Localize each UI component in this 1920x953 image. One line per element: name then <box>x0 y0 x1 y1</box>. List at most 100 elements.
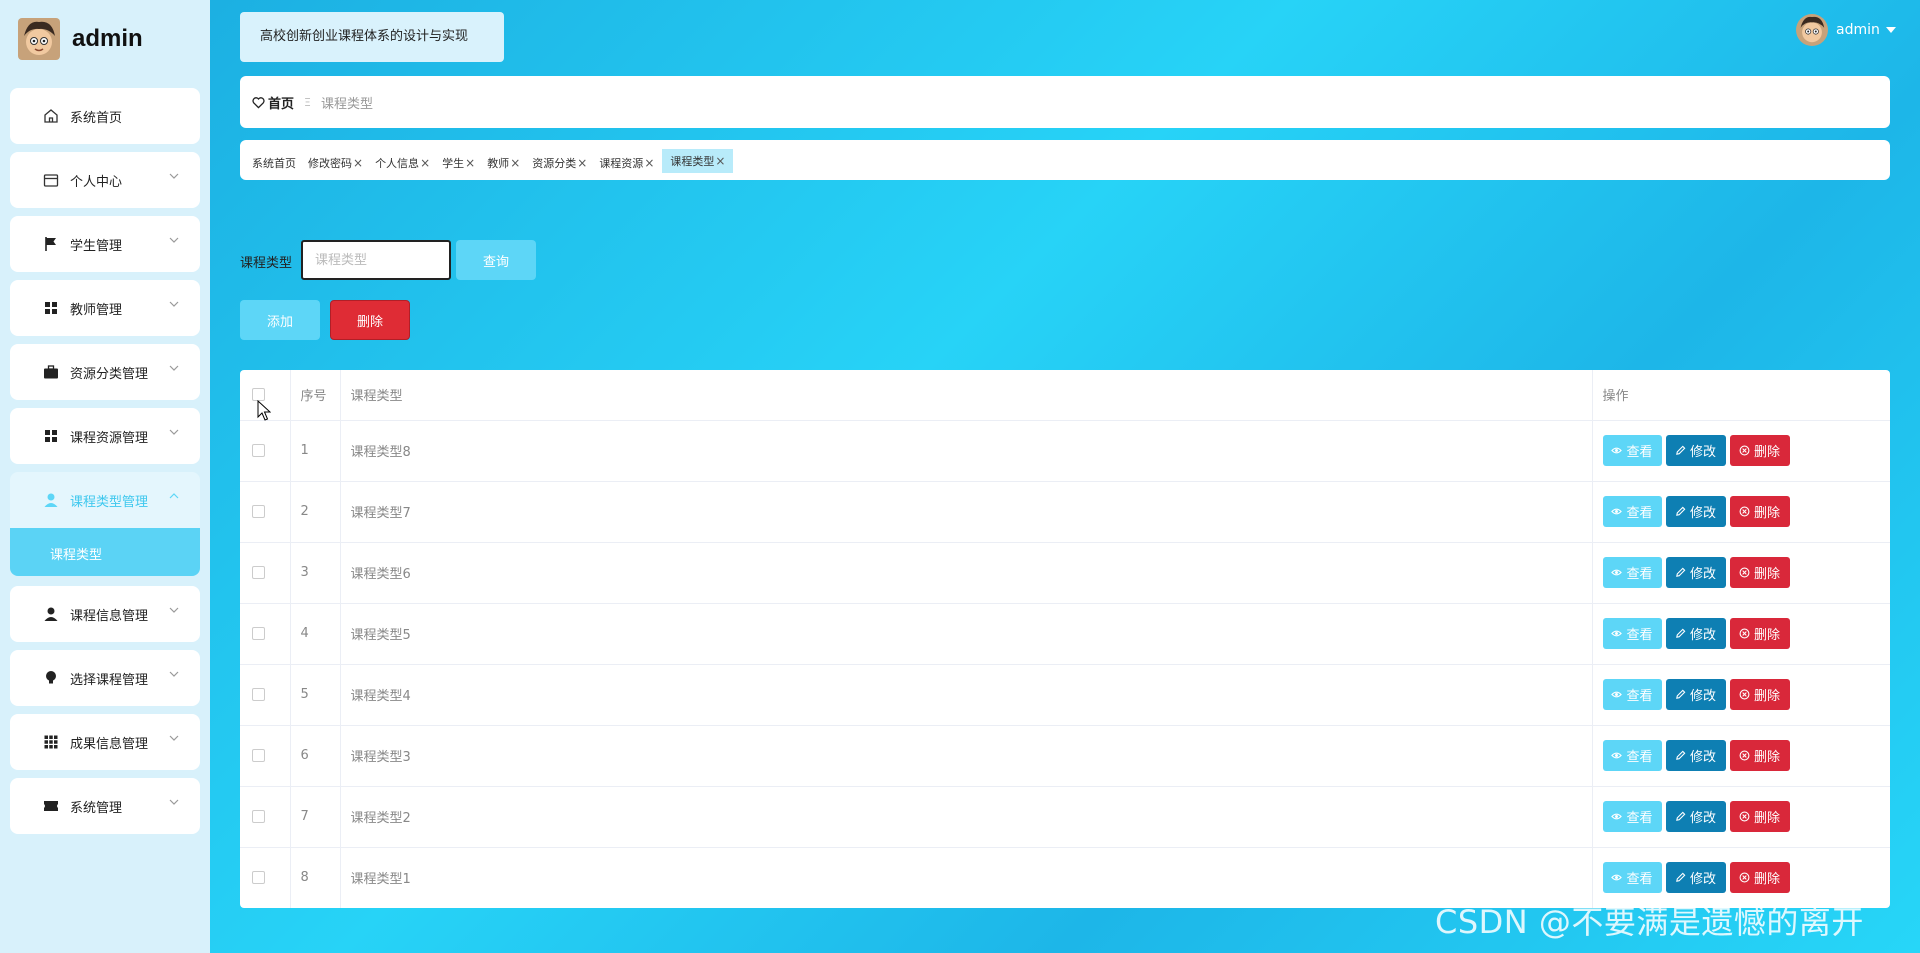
row-index: 1 <box>290 420 341 482</box>
delete-button[interactable]: 删除 <box>1729 862 1790 893</box>
row-index: 7 <box>290 786 341 848</box>
edit-button[interactable]: 修改 <box>1665 740 1726 771</box>
chevron-down-icon <box>169 429 179 435</box>
sidebar-item-personal[interactable]: 个人中心 <box>10 152 200 208</box>
close-icon[interactable]: × <box>715 154 725 168</box>
row-type: 课程类型2 <box>340 786 1593 848</box>
sidebar-item-students[interactable]: 学生管理 <box>10 216 200 272</box>
row-checkbox[interactable] <box>252 749 265 762</box>
edit-label: 修改 <box>1689 567 1716 582</box>
delete-button[interactable]: 删除 <box>1729 435 1790 466</box>
sidebar-item-system[interactable]: 系统管理 <box>10 778 200 834</box>
close-icon[interactable]: × <box>353 156 363 170</box>
close-circle-icon <box>1739 445 1750 456</box>
tag-home[interactable]: 系统首页 <box>252 153 296 173</box>
delete-button[interactable]: 删除 <box>1729 557 1790 588</box>
sidebar-item-resource-category[interactable]: 资源分类管理 <box>10 344 200 400</box>
tag-change-password[interactable]: 修改密码 × <box>308 153 363 173</box>
view-button[interactable]: 查看 <box>1602 679 1662 710</box>
tag-resource-category[interactable]: 资源分类 × <box>532 153 587 173</box>
close-icon[interactable]: × <box>510 156 520 170</box>
sidebar-item-achievements[interactable]: 成果信息管理 <box>10 714 200 770</box>
close-icon[interactable]: × <box>465 156 475 170</box>
delete-button[interactable]: 删除 <box>1729 679 1790 710</box>
view-button[interactable]: 查看 <box>1602 618 1662 649</box>
delete-button[interactable]: 删除 <box>1729 496 1790 527</box>
eye-icon <box>1611 508 1623 515</box>
tab-bar: 系统首页 修改密码 × 个人信息 × 学生 × 教师 × 资源分类 × 课程资源 × 课程类… <box>240 140 1890 180</box>
row-checkbox[interactable] <box>252 627 265 640</box>
batch-delete-button[interactable]: 删除 <box>330 300 410 340</box>
sidebar-item-label: 教师管理 <box>70 303 123 318</box>
row-type: 课程类型7 <box>340 481 1593 543</box>
sidebar-item-label: 系统管理 <box>70 801 123 816</box>
user-menu[interactable]: admin <box>1796 14 1896 46</box>
sidebar-item-course-resource[interactable]: 课程资源管理 <box>10 408 200 464</box>
sidebar-item-course-type[interactable]: 课程类型管理 <box>10 472 200 528</box>
close-icon[interactable]: × <box>644 156 654 170</box>
sidebar-item-course-info[interactable]: 课程信息管理 <box>10 586 200 642</box>
breadcrumb-home[interactable]: 首页 <box>252 93 294 112</box>
sidebar-item-label: 课程类型管理 <box>70 495 149 510</box>
edit-label: 修改 <box>1689 872 1716 887</box>
delete-button[interactable]: 删除 <box>1729 618 1790 649</box>
tag-course-type[interactable]: 课程类型 × <box>662 149 734 173</box>
row-checkbox[interactable] <box>252 688 265 701</box>
view-label: 查看 <box>1626 567 1653 582</box>
grid-icon <box>45 302 57 314</box>
delete-label: 删除 <box>1753 750 1780 765</box>
row-actions: 查看 修改 删除 <box>1602 862 1891 893</box>
delete-button[interactable]: 删除 <box>1729 801 1790 832</box>
search-input[interactable] <box>301 240 451 280</box>
edit-button[interactable]: 修改 <box>1665 496 1726 527</box>
tag-teachers[interactable]: 教师 × <box>487 153 520 173</box>
delete-label: 删除 <box>1753 811 1780 826</box>
view-button[interactable]: 查看 <box>1602 435 1662 466</box>
view-button[interactable]: 查看 <box>1602 496 1662 527</box>
delete-label: 删除 <box>1753 506 1780 521</box>
row-actions: 查看 修改 删除 <box>1602 679 1891 710</box>
view-button[interactable]: 查看 <box>1602 862 1662 893</box>
row-checkbox[interactable] <box>252 505 265 518</box>
edit-button[interactable]: 修改 <box>1665 679 1726 710</box>
sidebar-item-course-selection[interactable]: 选择课程管理 <box>10 650 200 706</box>
sidebar-item-home[interactable]: 系统首页 <box>10 88 200 144</box>
edit-button[interactable]: 修改 <box>1665 557 1726 588</box>
row-checkbox[interactable] <box>252 871 265 884</box>
table-row: 2 课程类型7 查看 修改 删除 <box>240 481 1890 543</box>
view-button[interactable]: 查看 <box>1602 740 1662 771</box>
edit-button[interactable]: 修改 <box>1665 801 1726 832</box>
tag-label: 课程类型 <box>670 155 715 168</box>
sidebar-item-label: 课程信息管理 <box>70 609 149 624</box>
row-checkbox[interactable] <box>252 444 265 457</box>
view-button[interactable]: 查看 <box>1602 801 1662 832</box>
sidebar-item-teachers[interactable]: 教师管理 <box>10 280 200 336</box>
edit-button[interactable]: 修改 <box>1665 435 1726 466</box>
delete-label: 删除 <box>1753 872 1780 887</box>
edit-button[interactable]: 修改 <box>1665 862 1726 893</box>
tag-course-resource[interactable]: 课程资源 × <box>599 153 654 173</box>
tag-students[interactable]: 学生 × <box>442 153 475 173</box>
close-icon[interactable]: × <box>420 156 430 170</box>
view-label: 查看 <box>1626 689 1653 704</box>
row-type: 课程类型3 <box>340 725 1593 787</box>
close-icon[interactable]: × <box>577 156 587 170</box>
sidebar-item-label: 学生管理 <box>70 239 123 254</box>
close-circle-icon <box>1739 628 1750 639</box>
delete-label: 删除 <box>1753 445 1780 460</box>
submenu-item-course-type[interactable]: 课程类型 <box>10 528 200 576</box>
delete-button[interactable]: 删除 <box>1729 740 1790 771</box>
row-actions: 查看 修改 删除 <box>1602 740 1891 771</box>
tag-personal-info[interactable]: 个人信息 × <box>375 153 430 173</box>
query-button[interactable]: 查询 <box>456 240 536 280</box>
row-checkbox[interactable] <box>252 566 265 579</box>
user-icon <box>44 493 58 507</box>
add-button[interactable]: 添加 <box>240 300 320 340</box>
row-actions: 查看 修改 删除 <box>1602 435 1891 466</box>
row-checkbox[interactable] <box>252 810 265 823</box>
view-button[interactable]: 查看 <box>1602 557 1662 588</box>
watermark: CSDN @不要满是遗憾的离开 <box>1435 903 1864 941</box>
row-type: 课程类型4 <box>340 664 1593 726</box>
edit-button[interactable]: 修改 <box>1665 618 1726 649</box>
edit-icon <box>1676 750 1686 760</box>
